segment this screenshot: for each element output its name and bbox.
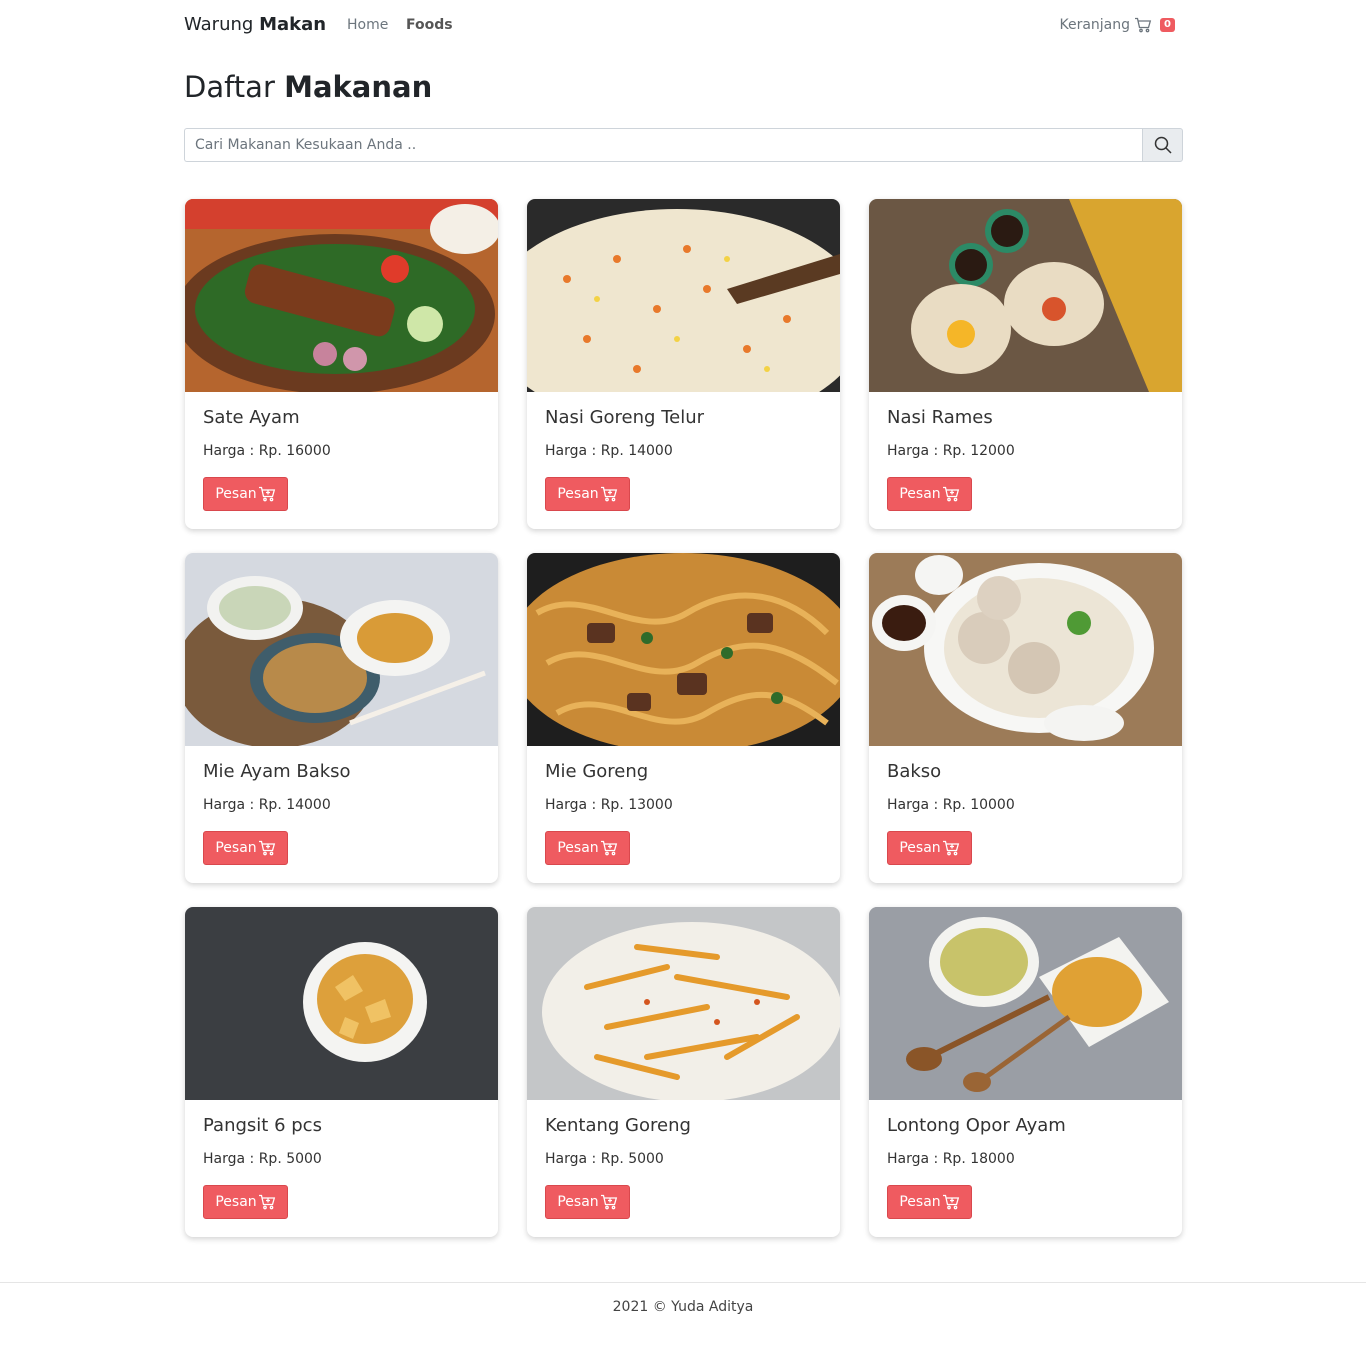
food-image [527, 199, 840, 392]
food-name: Mie Ayam Bakso [203, 761, 351, 782]
order-button[interactable]: Pesan [887, 477, 972, 511]
search-icon [1154, 136, 1172, 154]
order-button[interactable]: Pesan [887, 1185, 972, 1219]
food-card: Kentang Goreng Harga : Rp. 5000 Pesan [527, 907, 840, 1237]
cart-plus-icon [600, 1194, 617, 1210]
food-name: Bakso [887, 761, 942, 782]
page-title-bold: Makanan [284, 70, 433, 104]
order-button-label: Pesan [215, 486, 257, 502]
cart-icon [1135, 17, 1152, 33]
footer: 2021 © Yuda Aditya [0, 1282, 1366, 1361]
food-image [527, 553, 840, 746]
order-button[interactable]: Pesan [203, 477, 288, 511]
food-price: Harga : Rp. 5000 [545, 1151, 664, 1167]
food-card: Mie Ayam Bakso Harga : Rp. 14000 Pesan [185, 553, 498, 883]
food-card: Nasi Rames Harga : Rp. 12000 Pesan [869, 199, 1182, 529]
food-card: Nasi Goreng Telur Harga : Rp. 14000 Pesa… [527, 199, 840, 529]
order-button[interactable]: Pesan [545, 831, 630, 865]
cart-plus-icon [258, 1194, 275, 1210]
food-image [869, 553, 1182, 746]
food-grid: Sate Ayam Harga : Rp. 16000 Pesan Nasi G… [185, 199, 1182, 1237]
food-price: Harga : Rp. 10000 [887, 797, 1015, 813]
order-button-label: Pesan [899, 1194, 941, 1210]
food-card: Pangsit 6 pcs Harga : Rp. 5000 Pesan [185, 907, 498, 1237]
order-button[interactable]: Pesan [545, 1185, 630, 1219]
food-name: Lontong Opor Ayam [887, 1115, 1066, 1136]
food-name: Nasi Rames [887, 407, 993, 428]
food-price: Harga : Rp. 14000 [203, 797, 331, 813]
order-button-label: Pesan [215, 1194, 257, 1210]
food-name: Nasi Goreng Telur [545, 407, 705, 428]
food-image [869, 907, 1182, 1100]
food-image [185, 907, 498, 1100]
order-button[interactable]: Pesan [887, 831, 972, 865]
food-name: Sate Ayam [203, 407, 300, 428]
brand-light-text: Warung [184, 14, 254, 35]
cart-plus-icon [942, 486, 959, 502]
food-price: Harga : Rp. 13000 [545, 797, 673, 813]
page-title: Daftar Makanan [184, 70, 432, 104]
cart-plus-icon [942, 1194, 959, 1210]
food-card: Mie Goreng Harga : Rp. 13000 Pesan [527, 553, 840, 883]
order-button-label: Pesan [557, 1194, 599, 1210]
food-price: Harga : Rp. 14000 [545, 443, 673, 459]
food-image [869, 199, 1182, 392]
cart-plus-icon [600, 486, 617, 502]
cart-link[interactable]: Keranjang 0 [1059, 17, 1175, 33]
order-button-label: Pesan [899, 486, 941, 502]
food-card: Sate Ayam Harga : Rp. 16000 Pesan [185, 199, 498, 529]
cart-plus-icon [258, 486, 275, 502]
search-input[interactable] [184, 128, 1142, 162]
cart-label: Keranjang [1059, 17, 1131, 33]
cart-plus-icon [258, 840, 275, 856]
food-card: Lontong Opor Ayam Harga : Rp. 18000 Pesa… [869, 907, 1182, 1237]
food-price: Harga : Rp. 16000 [203, 443, 331, 459]
food-card: Bakso Harga : Rp. 10000 Pesan [869, 553, 1182, 883]
order-button[interactable]: Pesan [203, 831, 288, 865]
order-button-label: Pesan [215, 840, 257, 856]
food-price: Harga : Rp. 5000 [203, 1151, 322, 1167]
cart-count-badge: 0 [1160, 18, 1175, 32]
order-button[interactable]: Pesan [545, 477, 630, 511]
food-price: Harga : Rp. 12000 [887, 443, 1015, 459]
nav-home-link[interactable]: Home [347, 17, 388, 33]
food-image [185, 553, 498, 746]
order-button-label: Pesan [557, 486, 599, 502]
food-image [185, 199, 498, 392]
food-name: Pangsit 6 pcs [203, 1115, 322, 1136]
order-button[interactable]: Pesan [203, 1185, 288, 1219]
cart-plus-icon [600, 840, 617, 856]
navbar: Warung Makan Home Foods Keranjang 0 [184, 0, 1183, 50]
page-title-light: Daftar [184, 70, 275, 104]
nav-foods-link[interactable]: Foods [406, 17, 453, 33]
order-button-label: Pesan [899, 840, 941, 856]
footer-copyright: 2021 © Yuda Aditya [612, 1299, 754, 1315]
brand-logo[interactable]: Warung Makan [184, 14, 326, 35]
food-name: Kentang Goreng [545, 1115, 691, 1136]
food-price: Harga : Rp. 18000 [887, 1151, 1015, 1167]
order-button-label: Pesan [557, 840, 599, 856]
food-name: Mie Goreng [545, 761, 649, 782]
search-button[interactable] [1142, 128, 1183, 162]
cart-plus-icon [942, 840, 959, 856]
food-image [527, 907, 840, 1100]
brand-bold-text: Makan [259, 14, 327, 35]
search-bar [184, 128, 1183, 162]
